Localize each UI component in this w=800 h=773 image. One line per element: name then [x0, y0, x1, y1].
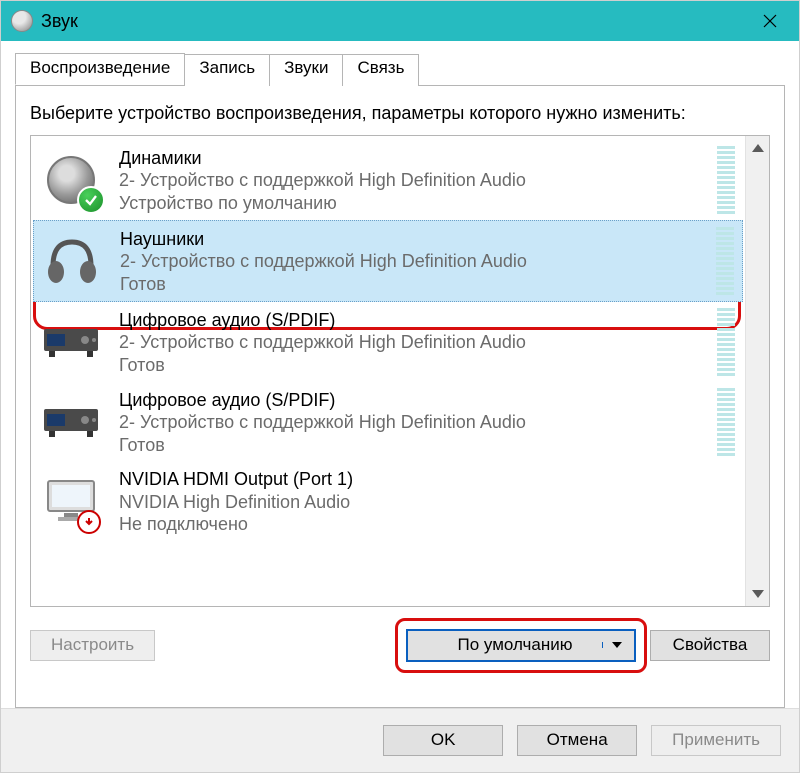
device-row[interactable]: Наушники 2- Устройство с поддержкой High… — [33, 220, 743, 302]
device-subtitle: 2- Устройство с поддержкой High Definiti… — [119, 169, 701, 192]
set-default-label: По умолчанию — [438, 635, 592, 655]
device-status: Не подключено — [119, 513, 737, 536]
device-row[interactable]: NVIDIA HDMI Output (Port 1) NVIDIA High … — [33, 462, 743, 542]
playback-panel: Выберите устройство воспроизведения, пар… — [15, 85, 785, 708]
panel-button-row: Настроить По умолчанию Свойства — [30, 629, 770, 662]
scroll-track[interactable] — [746, 160, 769, 582]
close-icon — [763, 14, 777, 28]
device-status: Готов — [119, 354, 701, 377]
ok-button[interactable]: OK — [383, 725, 503, 756]
configure-button[interactable]: Настроить — [30, 630, 155, 661]
cancel-button[interactable]: Отмена — [517, 725, 637, 756]
tab-playback[interactable]: Воспроизведение — [15, 53, 185, 85]
chevron-down-icon[interactable] — [602, 642, 624, 648]
device-name: NVIDIA HDMI Output (Port 1) — [119, 468, 737, 491]
level-meter — [717, 308, 735, 376]
monitor-icon — [39, 470, 103, 534]
device-subtitle: 2- Устройство с поддержкой High Definiti… — [119, 331, 701, 354]
device-name: Наушники — [120, 228, 700, 251]
receiver-icon — [39, 390, 103, 454]
close-button[interactable] — [747, 3, 793, 39]
device-name: Цифровое аудио (S/PDIF) — [119, 309, 701, 332]
apply-button[interactable]: Применить — [651, 725, 781, 756]
level-meter — [716, 227, 734, 295]
device-status: Готов — [119, 434, 701, 457]
device-status: Устройство по умолчанию — [119, 192, 701, 215]
device-info: Цифровое аудио (S/PDIF) 2- Устройство с … — [119, 309, 701, 377]
device-row[interactable]: Цифровое аудио (S/PDIF) 2- Устройство с … — [33, 302, 743, 382]
device-name: Динамики — [119, 147, 701, 170]
dialog-body: Воспроизведение Запись Звуки Связь Выбер… — [1, 41, 799, 772]
device-info: Цифровое аудио (S/PDIF) 2- Устройство с … — [119, 389, 701, 457]
default-check-icon — [77, 186, 105, 214]
titlebar: Звук — [1, 1, 799, 41]
dialog-button-row: OK Отмена Применить — [1, 708, 799, 772]
tab-communications[interactable]: Связь — [342, 54, 419, 86]
device-subtitle: NVIDIA High Definition Audio — [119, 491, 737, 514]
speaker-icon — [39, 148, 103, 212]
tab-recording[interactable]: Запись — [184, 54, 270, 86]
tabs: Воспроизведение Запись Звуки Связь — [15, 53, 799, 85]
error-icon — [77, 510, 101, 534]
device-list-container: Динамики 2- Устройство с поддержкой High… — [30, 135, 770, 607]
device-name: Цифровое аудио (S/PDIF) — [119, 389, 701, 412]
device-list: Динамики 2- Устройство с поддержкой High… — [31, 136, 745, 606]
set-default-button[interactable]: По умолчанию — [406, 629, 636, 662]
device-info: NVIDIA HDMI Output (Port 1) NVIDIA High … — [119, 468, 737, 536]
tab-sounds[interactable]: Звуки — [269, 54, 343, 86]
instruction-text: Выберите устройство воспроизведения, пар… — [30, 102, 770, 125]
device-subtitle: 2- Устройство с поддержкой High Definiti… — [119, 411, 701, 434]
device-subtitle: 2- Устройство с поддержкой High Definiti… — [120, 250, 700, 273]
device-status: Готов — [120, 273, 700, 296]
sound-dialog: Звук Воспроизведение Запись Звуки Связь … — [0, 0, 800, 773]
scroll-down-icon[interactable] — [746, 582, 769, 606]
device-row[interactable]: Динамики 2- Устройство с поддержкой High… — [33, 140, 743, 220]
receiver-icon — [39, 310, 103, 374]
device-row[interactable]: Цифровое аудио (S/PDIF) 2- Устройство с … — [33, 382, 743, 462]
device-info: Динамики 2- Устройство с поддержкой High… — [119, 147, 701, 215]
headphones-icon — [40, 229, 104, 293]
level-meter — [717, 388, 735, 456]
device-info: Наушники 2- Устройство с поддержкой High… — [120, 228, 700, 296]
set-default-wrap: По умолчанию — [406, 629, 636, 662]
window-title: Звук — [41, 11, 739, 32]
app-icon — [11, 10, 33, 32]
properties-button[interactable]: Свойства — [650, 630, 770, 661]
scroll-up-icon[interactable] — [746, 136, 769, 160]
level-meter — [717, 146, 735, 214]
scrollbar[interactable] — [745, 136, 769, 606]
